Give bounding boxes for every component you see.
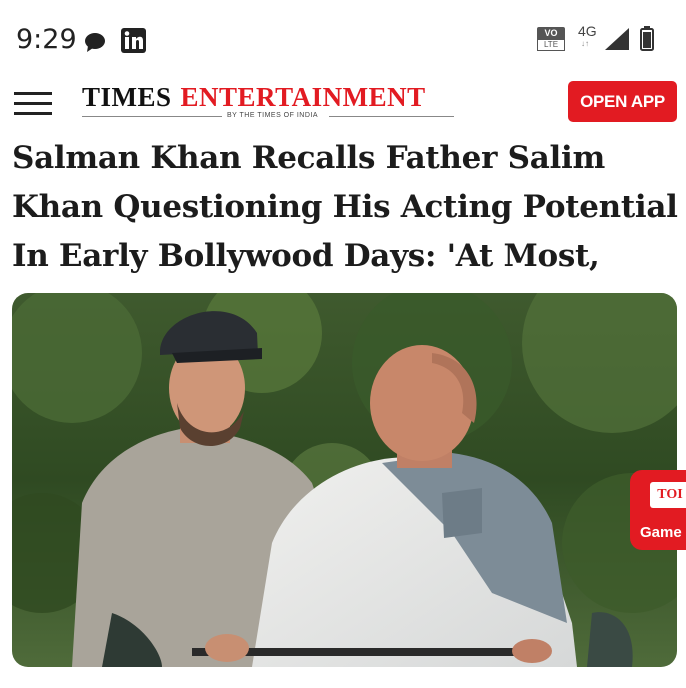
network-4g-icon: 4G ↓↑	[578, 23, 597, 48]
site-logo[interactable]: TIMES ENTERTAINMENT BY THE TIMES OF INDIA	[82, 82, 454, 124]
battery-icon	[640, 26, 654, 51]
linkedin-icon	[121, 28, 146, 53]
games-label: Game	[640, 524, 682, 541]
article-headline: Salman Khan Recalls Father Salim Khan Qu…	[12, 140, 678, 274]
status-bar: 9:29 VO LTE 4G ↓↑	[0, 0, 686, 80]
open-app-button[interactable]: OPEN APP	[568, 81, 677, 122]
signal-icon	[605, 28, 629, 50]
logo-word-entertainment: ENTERTAINMENT	[180, 82, 426, 112]
volte-icon: VO LTE	[537, 27, 565, 51]
chat-bubble-icon	[85, 33, 105, 52]
article-hero-image[interactable]	[12, 293, 677, 667]
hamburger-menu-icon[interactable]	[14, 92, 52, 116]
status-time: 9:29	[16, 24, 77, 55]
toi-games-badge[interactable]: TOI Game	[630, 470, 686, 550]
logo-tagline: BY THE TIMES OF INDIA	[227, 112, 319, 119]
toi-games-logo-icon: TOI	[650, 482, 686, 508]
logo-word-times: TIMES	[82, 82, 172, 112]
